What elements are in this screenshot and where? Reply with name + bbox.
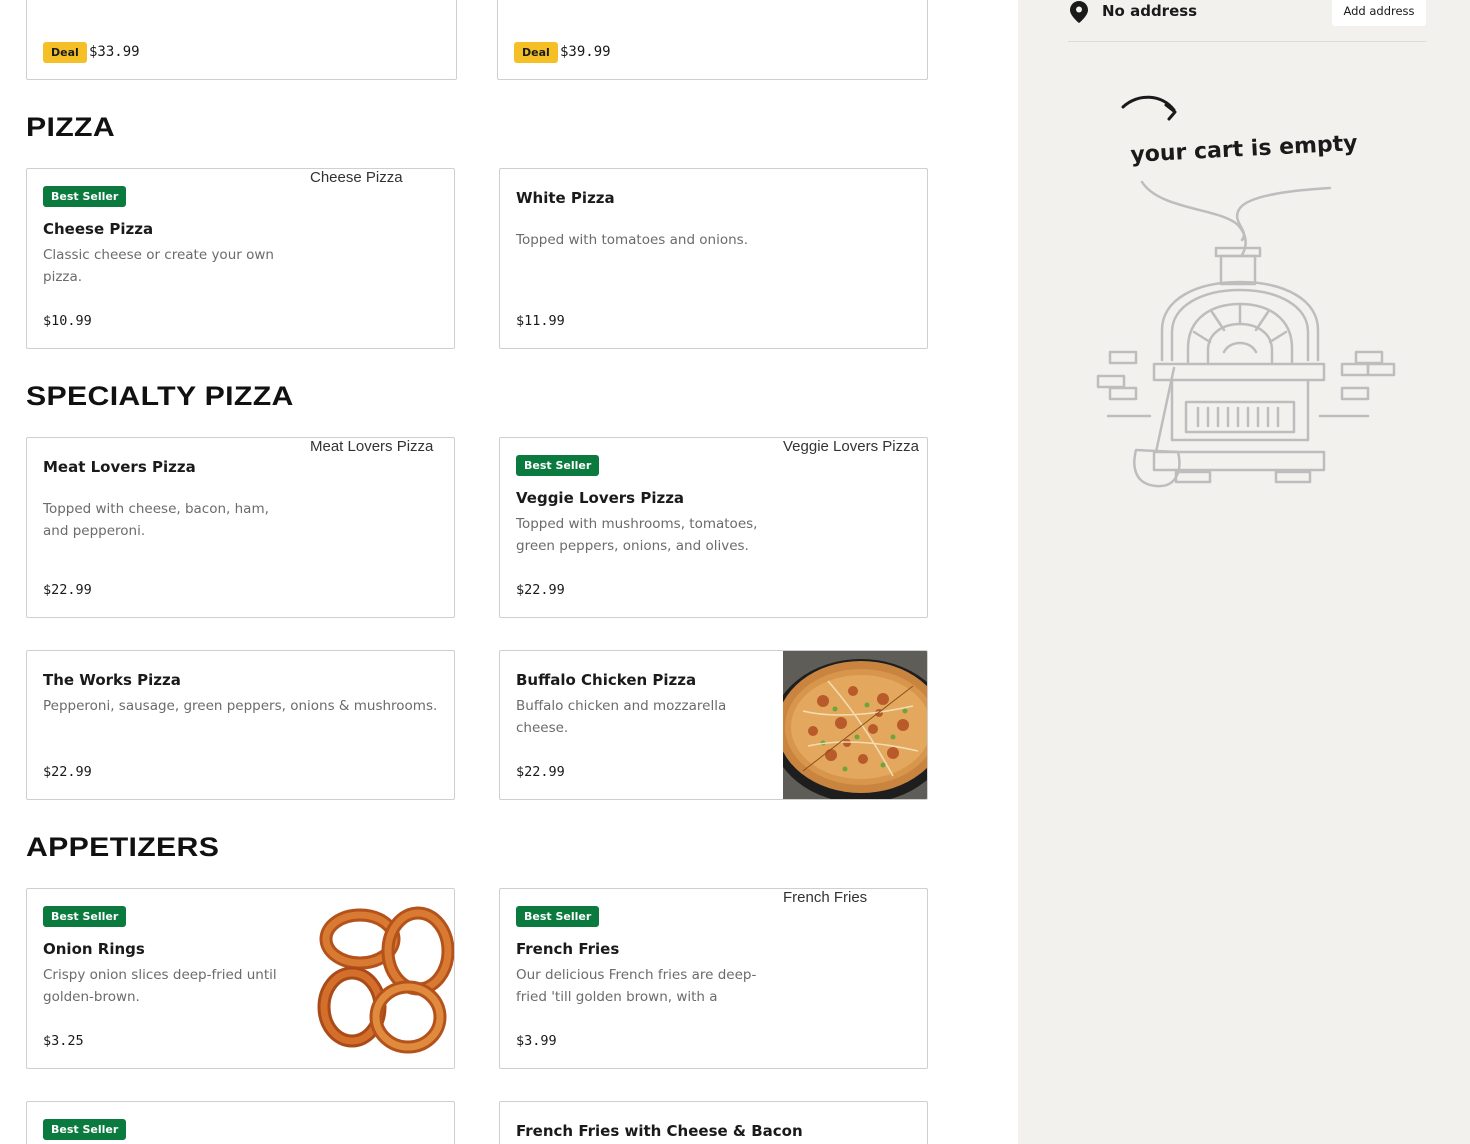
- section-title-specialty-pizza: SPECIALTY PIZZA: [26, 381, 294, 411]
- item-description: Classic cheese or create your own pizza.: [43, 247, 274, 285]
- item-image-broken: French Fries: [783, 889, 868, 906]
- best-seller-badge: Best Seller: [43, 906, 127, 927]
- item-description: Our delicious French fries are deep-frie…: [516, 967, 757, 1005]
- item-price: $10.99: [43, 313, 92, 329]
- item-name: White Pizza: [516, 189, 615, 207]
- empty-cart-text: your cart is empty: [1130, 131, 1358, 168]
- item-price: $11.99: [516, 313, 565, 329]
- best-seller-badge: Best Seller: [43, 186, 127, 207]
- item-description: Buffalo chicken and mozzarella cheese.: [516, 698, 727, 736]
- location-pin-icon: [1070, 1, 1088, 23]
- best-seller-badge: Best Seller: [516, 455, 600, 476]
- item-price: $22.99: [516, 582, 565, 598]
- deal-card[interactable]: Deal $39.99: [497, 0, 928, 80]
- item-price: $22.99: [43, 582, 92, 598]
- menu-item-partial[interactable]: Best Seller: [26, 1101, 455, 1144]
- item-image-broken: Veggie Lovers Pizza: [783, 438, 919, 455]
- item-name: Meat Lovers Pizza: [43, 458, 196, 476]
- item-description: Crispy onion slices deep-fried until gol…: [43, 967, 277, 1005]
- item-description: Topped with tomatoes and onions.: [516, 232, 749, 248]
- item-name: The Works Pizza: [43, 671, 181, 689]
- deal-badge: Deal: [514, 42, 558, 63]
- menu-item-onion-rings[interactable]: Best Seller Onion Rings Crispy onion sli…: [26, 888, 455, 1069]
- item-name: Cheese Pizza: [43, 220, 154, 238]
- item-price: $22.99: [516, 764, 565, 780]
- deal-card[interactable]: Deal $33.99: [26, 0, 457, 80]
- deal-price: $33.99: [89, 44, 140, 60]
- section-title-pizza: PIZZA: [26, 112, 116, 142]
- menu-item-french-fries-cheese-bacon[interactable]: French Fries with Cheese & Bacon: [499, 1101, 928, 1144]
- item-description: Topped with cheese, bacon, ham, and pepp…: [43, 501, 269, 539]
- item-image-broken: Cheese Pizza: [310, 169, 403, 186]
- item-price: $3.25: [43, 1033, 84, 1049]
- item-price: $22.99: [43, 764, 92, 780]
- menu-item-the-works-pizza[interactable]: The Works Pizza Pepperoni, sausage, gree…: [26, 650, 455, 800]
- item-name: Veggie Lovers Pizza: [516, 489, 685, 507]
- menu-item-cheese-pizza[interactable]: Best Seller Cheese Pizza Classic cheese …: [26, 168, 455, 349]
- menu-item-veggie-lovers-pizza[interactable]: Best Seller Veggie Lovers Pizza Topped w…: [499, 437, 928, 618]
- menu-item-buffalo-chicken-pizza[interactable]: Buffalo Chicken Pizza Buffalo chicken an…: [499, 650, 928, 800]
- deal-price: $39.99: [560, 44, 611, 60]
- address-text: No address: [1102, 2, 1198, 20]
- menu-item-white-pizza[interactable]: White Pizza Topped with tomatoes and oni…: [499, 168, 928, 349]
- menu-item-french-fries[interactable]: Best Seller French Fries Our delicious F…: [499, 888, 928, 1069]
- item-description: Pepperoni, sausage, green peppers, onion…: [43, 698, 438, 714]
- pizza-photo: [783, 651, 927, 799]
- item-name: Onion Rings: [43, 940, 145, 958]
- onion-rings-photo: [310, 889, 454, 1068]
- item-image-broken: Meat Lovers Pizza: [310, 438, 434, 455]
- item-name: French Fries with Cheese & Bacon: [516, 1122, 803, 1140]
- address-row: No address Add address: [1068, 0, 1426, 42]
- best-seller-badge: Best Seller: [43, 1119, 127, 1140]
- item-name: Buffalo Chicken Pizza: [516, 671, 697, 689]
- section-title-appetizers: APPETIZERS: [26, 832, 220, 862]
- menu-column: Deal $33.99 Deal $39.99 PIZZA Best Selle…: [0, 0, 1018, 1144]
- item-name: French Fries: [516, 940, 620, 958]
- item-price: $3.99: [516, 1033, 557, 1049]
- menu-item-meat-lovers-pizza[interactable]: Meat Lovers Pizza Topped with cheese, ba…: [26, 437, 455, 618]
- item-description: Topped with mushrooms, tomatoes, green p…: [516, 516, 758, 554]
- add-address-button[interactable]: Add address: [1332, 0, 1426, 26]
- empty-cart-illustration: your cart is empty: [1096, 95, 1396, 488]
- deal-badge: Deal: [43, 42, 87, 63]
- best-seller-badge: Best Seller: [516, 906, 600, 927]
